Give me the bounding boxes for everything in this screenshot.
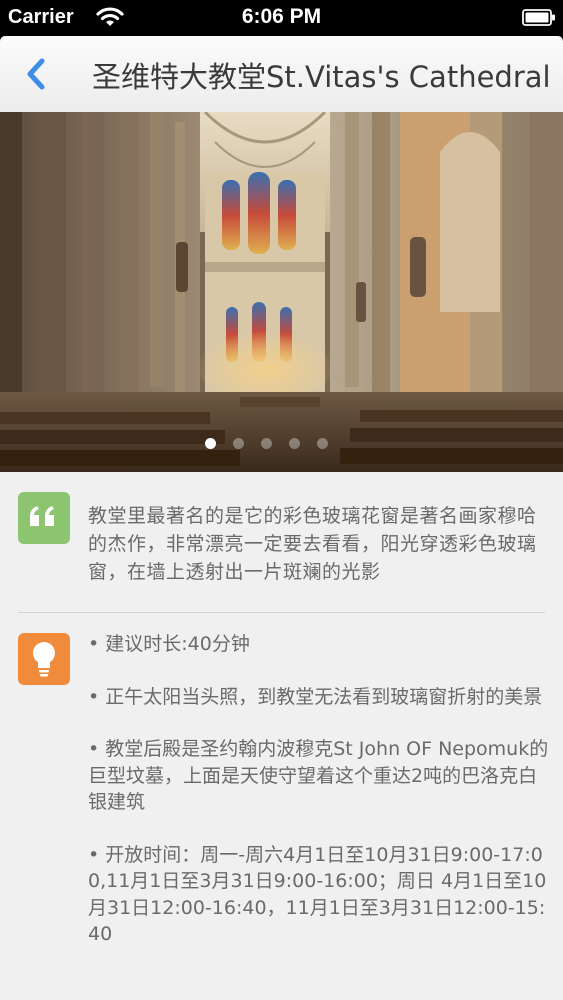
hero-image-carousel[interactable] — [0, 112, 563, 472]
tips-list: • 建议时长:40分钟 • 正午太阳当头照，到教堂无法看到玻璃窗折射的美景 • … — [88, 631, 550, 974]
page-dot[interactable] — [289, 438, 300, 449]
page-dot[interactable] — [205, 438, 216, 449]
page-title: 圣维特大教堂St.Vitas's Cathedral — [92, 60, 551, 94]
battery-icon — [522, 9, 555, 26]
carousel-page-indicator[interactable] — [0, 438, 563, 454]
quote-badge — [18, 492, 70, 544]
page-dot[interactable] — [261, 438, 272, 449]
tips-badge — [18, 633, 70, 685]
status-bar: Carrier 6:06 PM — [0, 0, 563, 36]
back-button[interactable] — [20, 52, 60, 96]
navigation-bar: 圣维特大教堂St.Vitas's Cathedral — [0, 36, 563, 113]
cathedral-interior-image — [0, 112, 563, 472]
content-area: 教堂里最著名的是它的彩色玻璃花窗是著名画家穆哈的杰作，非常漂亮一定要去看看，阳光… — [0, 472, 563, 1000]
page-dot[interactable] — [233, 438, 244, 449]
lightbulb-icon — [33, 642, 55, 677]
status-time: 6:06 PM — [241, 5, 322, 28]
tip-item: • 建议时长:40分钟 — [88, 633, 250, 655]
quote-text: 教堂里最著名的是它的彩色玻璃花窗是著名画家穆哈的杰作，非常漂亮一定要去看看，阳光… — [88, 505, 537, 583]
tip-item: • 开放时间：周一-周六4月1日至10月31日9:00-17:00,11月1日至… — [88, 843, 547, 946]
chevron-left-icon — [27, 58, 45, 90]
divider — [18, 612, 545, 613]
tip-item: • 正午太阳当头照，到教堂无法看到玻璃窗折射的美景 — [88, 685, 543, 708]
tip-item: • 教堂后殿是圣约翰内波穆克St John OF Nepomuk的巨型坟墓，上面… — [88, 738, 549, 813]
quote-icon — [30, 506, 54, 526]
page-dot[interactable] — [317, 438, 328, 449]
